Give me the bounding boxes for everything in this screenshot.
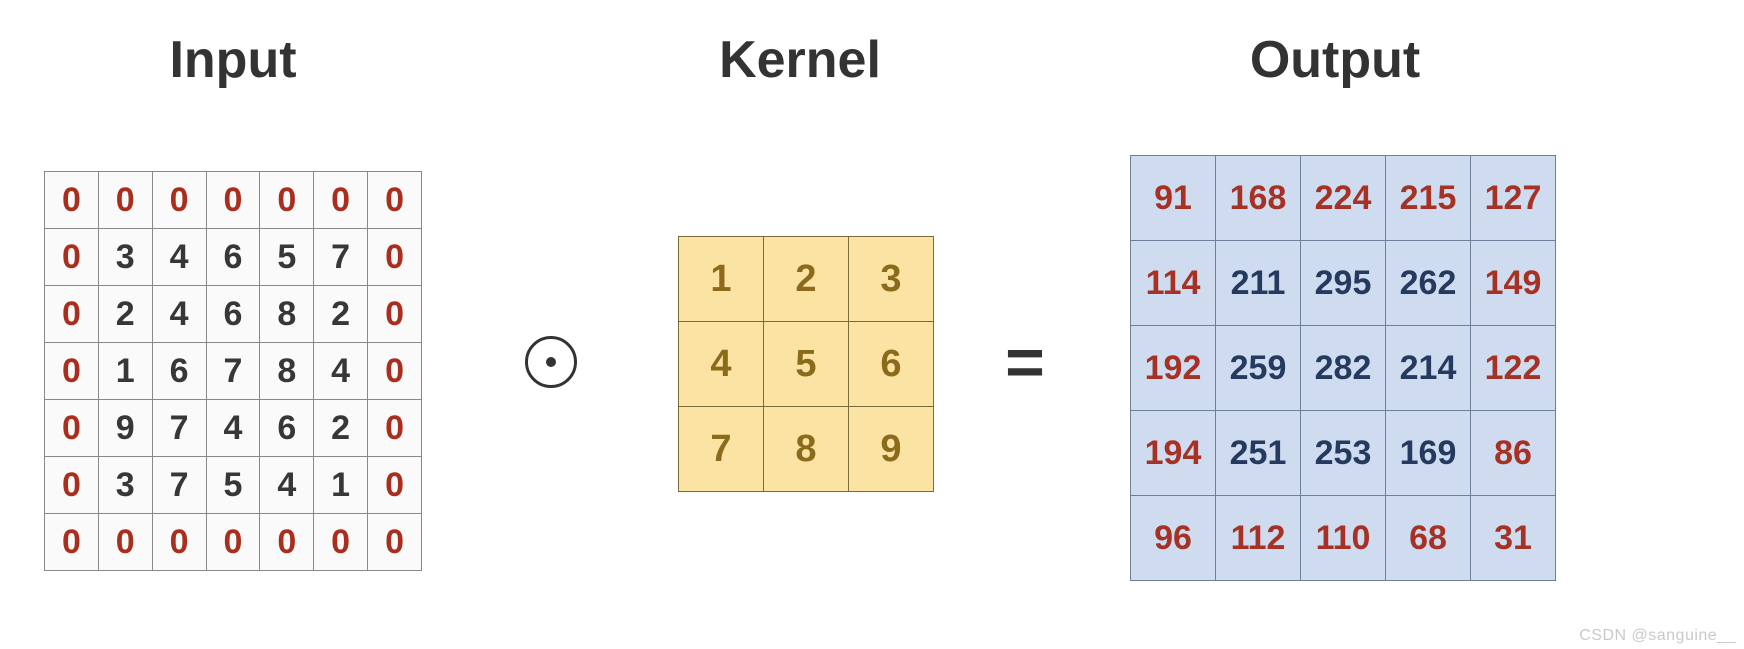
input-cell: 0 (260, 172, 314, 229)
kernel-cell: 1 (679, 237, 764, 322)
input-cell: 7 (152, 457, 206, 514)
input-cell: 0 (98, 172, 152, 229)
output-cell: 110 (1301, 496, 1386, 581)
kernel-cell: 2 (764, 237, 849, 322)
output-cell: 211 (1216, 241, 1301, 326)
input-cell: 4 (206, 400, 260, 457)
output-cell: 282 (1301, 326, 1386, 411)
input-cell: 0 (45, 286, 99, 343)
input-matrix: 0000000034657002468200167840097462003754… (44, 171, 422, 571)
kernel-cell: 5 (764, 322, 849, 407)
output-cell: 253 (1301, 411, 1386, 496)
output-cell: 214 (1386, 326, 1471, 411)
output-cell: 251 (1216, 411, 1301, 496)
input-cell: 0 (368, 400, 422, 457)
input-cell: 4 (152, 229, 206, 286)
kernel-cell: 9 (849, 407, 934, 492)
kernel-cell: 8 (764, 407, 849, 492)
input-cell: 5 (260, 229, 314, 286)
input-cell: 0 (152, 172, 206, 229)
input-cell: 0 (314, 514, 368, 571)
output-cell: 68 (1386, 496, 1471, 581)
output-cell: 194 (1131, 411, 1216, 496)
output-cell: 224 (1301, 156, 1386, 241)
input-cell: 0 (45, 514, 99, 571)
input-cell: 9 (98, 400, 152, 457)
input-cell: 7 (314, 229, 368, 286)
output-cell: 149 (1471, 241, 1556, 326)
input-cell: 6 (206, 286, 260, 343)
input-cell: 0 (368, 343, 422, 400)
output-cell: 295 (1301, 241, 1386, 326)
input-cell: 0 (314, 172, 368, 229)
input-cell: 0 (368, 514, 422, 571)
input-cell: 7 (152, 400, 206, 457)
output-cell: 96 (1131, 496, 1216, 581)
input-cell: 2 (98, 286, 152, 343)
input-cell: 6 (152, 343, 206, 400)
output-cell: 31 (1471, 496, 1556, 581)
input-title: Input (169, 30, 296, 90)
input-cell: 0 (368, 172, 422, 229)
output-cell: 122 (1471, 326, 1556, 411)
input-cell: 0 (45, 457, 99, 514)
input-cell: 0 (368, 457, 422, 514)
input-cell: 0 (152, 514, 206, 571)
output-cell: 192 (1131, 326, 1216, 411)
output-cell: 91 (1131, 156, 1216, 241)
input-cell: 8 (260, 286, 314, 343)
input-cell: 0 (98, 514, 152, 571)
output-cell: 262 (1386, 241, 1471, 326)
input-cell: 5 (206, 457, 260, 514)
input-cell: 0 (368, 229, 422, 286)
output-cell: 86 (1471, 411, 1556, 496)
input-cell: 0 (45, 229, 99, 286)
watermark-text: CSDN @sanguine__ (1579, 627, 1736, 645)
kernel-title: Kernel (719, 30, 881, 90)
input-cell: 0 (206, 514, 260, 571)
input-cell: 1 (314, 457, 368, 514)
input-cell: 0 (206, 172, 260, 229)
input-cell: 6 (260, 400, 314, 457)
input-cell: 3 (98, 229, 152, 286)
input-cell: 7 (206, 343, 260, 400)
input-cell: 0 (45, 400, 99, 457)
kernel-cell: 3 (849, 237, 934, 322)
kernel-matrix: 123456789 (678, 236, 934, 492)
kernel-cell: 4 (679, 322, 764, 407)
equals-operator: = (1005, 323, 1045, 401)
output-cell: 127 (1471, 156, 1556, 241)
convolution-operator-icon (525, 336, 577, 388)
input-cell: 2 (314, 286, 368, 343)
input-cell: 2 (314, 400, 368, 457)
kernel-cell: 6 (849, 322, 934, 407)
input-cell: 4 (152, 286, 206, 343)
input-cell: 6 (206, 229, 260, 286)
input-cell: 4 (314, 343, 368, 400)
output-cell: 259 (1216, 326, 1301, 411)
input-cell: 8 (260, 343, 314, 400)
output-cell: 114 (1131, 241, 1216, 326)
kernel-cell: 7 (679, 407, 764, 492)
output-cell: 168 (1216, 156, 1301, 241)
input-cell: 0 (368, 286, 422, 343)
input-cell: 3 (98, 457, 152, 514)
output-matrix: 91168224215127 114211295262149 19225928221… (1130, 155, 1556, 581)
output-cell: 215 (1386, 156, 1471, 241)
input-cell: 0 (260, 514, 314, 571)
output-title: Output (1250, 30, 1420, 90)
input-cell: 4 (260, 457, 314, 514)
input-cell: 0 (45, 172, 99, 229)
input-cell: 1 (98, 343, 152, 400)
output-cell: 169 (1386, 411, 1471, 496)
output-cell: 112 (1216, 496, 1301, 581)
convolution-diagram: Input Kernel Output 00000000346570024682… (0, 0, 1744, 649)
input-cell: 0 (45, 343, 99, 400)
